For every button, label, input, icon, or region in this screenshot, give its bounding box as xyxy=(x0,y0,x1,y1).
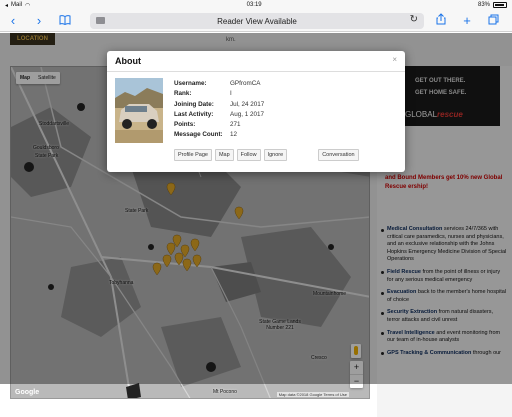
address-text: Reader View Available xyxy=(217,16,297,26)
field-value: GPfromCA xyxy=(230,80,261,87)
reload-icon[interactable]: ↻ xyxy=(410,14,418,25)
field-key: Rank: xyxy=(174,90,192,98)
modal-divider xyxy=(107,71,405,72)
conversation-button[interactable]: Conversation xyxy=(318,149,359,161)
close-icon[interactable]: × xyxy=(392,55,397,64)
field-key: Username: xyxy=(174,80,207,87)
info-row: Joining Date: Jul, 24 2017 xyxy=(174,100,264,110)
modal-actions: Profile Page Map Follow Ignore Conversat… xyxy=(174,149,359,161)
modal-title: About xyxy=(115,56,141,66)
battery-icon xyxy=(493,2,507,8)
about-modal: About × Username: GPfromCA Rank: I Joining… xyxy=(107,51,405,172)
map-button[interactable]: Map xyxy=(214,149,234,161)
map-label: Mt Pocono xyxy=(213,389,237,395)
bookmarks-icon[interactable] xyxy=(52,10,78,32)
field-value: 271 xyxy=(230,121,241,129)
avatar-image xyxy=(115,78,163,143)
ignore-button[interactable]: Ignore xyxy=(263,149,288,161)
reader-view-icon[interactable] xyxy=(96,17,105,24)
field-value: Aug, 1 2017 xyxy=(230,110,264,118)
battery-percent: 83% xyxy=(477,2,490,8)
field-value: I xyxy=(230,90,232,98)
field-value: 12 xyxy=(230,131,238,139)
info-row: Last Activity: Aug, 1 2017 xyxy=(174,110,264,120)
user-info: Username: GPfromCA Rank: I Joining Date: Ju… xyxy=(174,79,264,141)
info-row: Rank: I xyxy=(174,89,264,99)
share-icon[interactable] xyxy=(428,10,454,32)
browser-toolbar: ‹ › Reader View Available ↻ + xyxy=(0,10,512,32)
status-left: ◂ Mail ◠ xyxy=(5,2,30,9)
profile-page-button[interactable]: Profile Page xyxy=(174,149,212,161)
toolbar-right: + xyxy=(428,10,506,32)
tabs-icon[interactable] xyxy=(480,10,506,32)
map-attribution[interactable]: Map data ©2018 Google Terms of Use xyxy=(276,392,349,397)
wifi-icon: ◠ xyxy=(25,2,31,9)
field-value: Jul, 24 2017 xyxy=(230,100,265,108)
forward-icon[interactable]: › xyxy=(26,10,52,32)
info-row: Message Count: 12 xyxy=(174,130,264,140)
status-right: 83% xyxy=(478,2,507,8)
back-to-app-icon[interactable]: ◂ xyxy=(5,2,8,9)
avatar[interactable] xyxy=(115,78,163,143)
field-key: Last Activity: xyxy=(174,110,214,118)
field-key: Joining Date: xyxy=(174,100,214,108)
address-bar[interactable]: Reader View Available ↻ xyxy=(90,13,424,29)
field-key: Points: xyxy=(174,121,196,129)
clock: 03:19 xyxy=(246,2,262,8)
new-tab-icon[interactable]: + xyxy=(454,10,480,32)
info-row: Points: 271 xyxy=(174,120,264,130)
back-icon[interactable]: ‹ xyxy=(0,10,26,32)
status-bar: ◂ Mail ◠ 03:19 83% xyxy=(0,0,512,10)
field-key: Message Count: xyxy=(174,131,223,139)
follow-button[interactable]: Follow xyxy=(236,149,261,161)
google-logo: Google xyxy=(15,389,40,396)
carrier-label[interactable]: Mail xyxy=(11,2,22,8)
info-row: Username: GPfromCA xyxy=(174,79,264,89)
